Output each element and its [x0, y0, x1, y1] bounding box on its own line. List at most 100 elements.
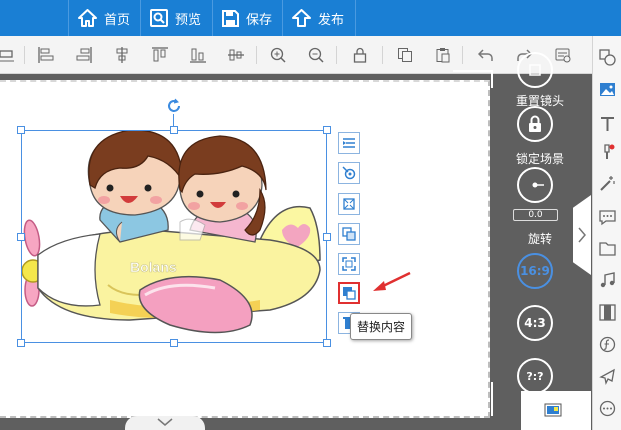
bottom-panel-toggle[interactable]	[125, 416, 205, 430]
settings-icon	[555, 48, 571, 63]
fullscreen-button[interactable]	[338, 253, 360, 275]
align-vcenter-button[interactable]	[228, 47, 244, 63]
airplane-icon	[599, 368, 615, 385]
save-icon	[222, 9, 239, 27]
replace-content-icon	[343, 287, 356, 300]
magic-wand-icon	[600, 176, 615, 191]
align-left-edge-icon	[38, 47, 54, 63]
copy-icon	[398, 48, 412, 62]
ratio-free-button[interactable]: ?:?	[517, 358, 553, 394]
settings-button[interactable]	[555, 47, 571, 63]
resize-handle-nw[interactable]	[17, 126, 25, 134]
formula-button[interactable]	[599, 336, 616, 353]
formula-icon	[599, 336, 616, 353]
thumbnail-box[interactable]	[521, 391, 591, 430]
align-right-button[interactable]	[76, 47, 92, 63]
layer-button[interactable]	[338, 132, 360, 154]
zoom-out-button[interactable]	[308, 47, 324, 63]
crop-button[interactable]	[338, 193, 360, 215]
text-button[interactable]	[599, 115, 616, 132]
preview-icon	[150, 9, 168, 27]
zoom-in-icon	[270, 47, 286, 63]
toolbar-divider	[462, 46, 463, 64]
rotate-value-input[interactable]: 0.0	[513, 209, 558, 221]
rotate-label: 旋转	[527, 232, 552, 246]
toolbar-divider	[256, 46, 257, 64]
top-bar-divider	[68, 0, 69, 36]
lock-scene-button[interactable]	[517, 106, 553, 142]
top-bar-divider	[282, 0, 283, 36]
toolbar	[0, 36, 592, 74]
top-bar-divider	[140, 0, 141, 36]
resize-handle-w[interactable]	[17, 233, 25, 241]
magic-wand-button[interactable]	[599, 175, 616, 192]
copy-button[interactable]	[397, 47, 413, 63]
zoom-out-icon	[308, 47, 324, 63]
resize-handle-n[interactable]	[170, 126, 178, 134]
lock-button[interactable]	[352, 47, 368, 63]
lock-icon	[353, 47, 367, 63]
airplane-button[interactable]	[599, 368, 616, 385]
resize-handle-sw[interactable]	[17, 339, 25, 347]
publish-icon	[292, 9, 311, 27]
publish-label: 发布	[318, 12, 345, 28]
undo-button[interactable]	[478, 47, 494, 63]
preview-label: 预览	[175, 12, 202, 28]
style-icon	[342, 227, 356, 241]
save-label: 保存	[246, 12, 273, 28]
align-right-edge-icon	[76, 47, 92, 63]
chevron-down-icon	[157, 418, 173, 426]
crop-icon	[343, 198, 355, 210]
music-icon	[600, 272, 615, 288]
resize-handle-s[interactable]	[170, 339, 178, 347]
style-button[interactable]	[338, 223, 360, 245]
more-button[interactable]	[599, 400, 616, 417]
brush-button[interactable]	[599, 143, 616, 160]
reset-camera-button[interactable]	[517, 52, 553, 88]
resize-handle-ne[interactable]	[323, 126, 331, 134]
align-left-icon	[0, 50, 14, 62]
collapse-panel-tab[interactable]	[573, 195, 591, 275]
right-icon-bar	[592, 36, 621, 430]
toolbar-divider	[382, 46, 383, 64]
ratio-16-9-button[interactable]: 16:9	[517, 253, 553, 289]
align-top-button[interactable]	[152, 47, 168, 63]
save-button[interactable]: 保存	[222, 0, 272, 36]
align-hcenter-button[interactable]	[114, 47, 130, 63]
rotate-handle[interactable]	[165, 97, 183, 115]
rotate-handle-icon	[168, 98, 180, 112]
align-top-left-button[interactable]	[38, 47, 54, 63]
replace-content-button[interactable]	[338, 282, 360, 304]
more-icon	[599, 400, 616, 417]
animation-icon	[342, 166, 356, 180]
home-button[interactable]: 首页	[78, 0, 130, 36]
preview-button[interactable]: 预览	[150, 0, 201, 36]
camera-panel: 重置镜头 锁定场景 0.0 旋转 16:9 4:3 ?:?	[500, 52, 580, 394]
zoom-in-button[interactable]	[270, 47, 286, 63]
resize-handle-e[interactable]	[323, 233, 331, 241]
frame-corner	[491, 382, 493, 416]
align-bottom-button[interactable]	[190, 47, 206, 63]
undo-icon	[478, 49, 493, 61]
animation-button[interactable]	[338, 162, 360, 184]
selection-frame	[21, 130, 327, 343]
home-label: 首页	[104, 12, 131, 28]
rotate-dial[interactable]	[517, 167, 553, 203]
tooltip-replace-content: 替换内容	[350, 313, 412, 340]
top-bar-divider	[212, 0, 213, 36]
comment-button[interactable]	[599, 209, 616, 226]
align-left-button[interactable]	[0, 47, 16, 63]
align-bottom-icon	[190, 48, 206, 63]
lock-scene-label: 锁定场景	[515, 152, 564, 166]
lock-icon	[529, 115, 541, 132]
music-button[interactable]	[599, 272, 616, 289]
ratio-4-3-button[interactable]: 4:3	[517, 305, 553, 341]
folder-button[interactable]	[599, 240, 616, 257]
image-button[interactable]	[599, 81, 616, 98]
home-icon	[78, 9, 97, 27]
resize-handle-se[interactable]	[323, 339, 331, 347]
film-button[interactable]	[599, 304, 616, 321]
shapes-button[interactable]	[599, 49, 616, 66]
paste-button[interactable]	[435, 47, 451, 63]
publish-button[interactable]: 发布	[292, 0, 344, 36]
